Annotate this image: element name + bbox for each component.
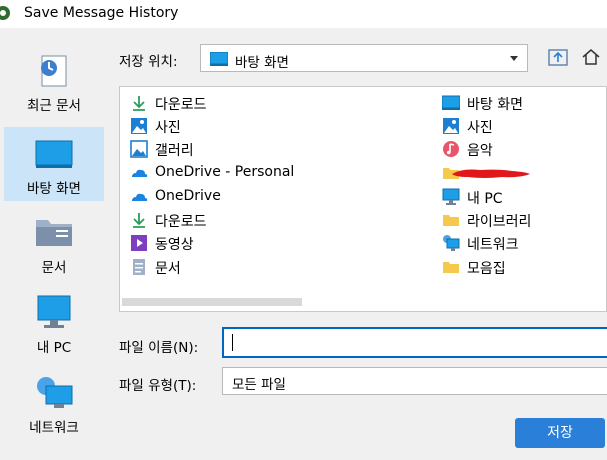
sidebar-item-recent[interactable]: 최근 문서 (4, 44, 104, 118)
folder-icon (443, 262, 459, 273)
network-icon (37, 377, 73, 408)
sidebar-item-label: 바탕 화면 (27, 181, 81, 197)
this-pc-icon (37, 295, 71, 328)
file-name: 갤러리 (155, 143, 194, 159)
file-name: OneDrive (155, 188, 221, 204)
file-list[interactable]: 다운로드 사진 갤러리 OneDrive - Personal OneDrive… (119, 86, 607, 312)
file-name: 모음집 (467, 261, 506, 277)
music-icon (443, 141, 459, 157)
file-name: 다운로드 (155, 214, 207, 230)
desktop-icon (35, 140, 73, 168)
file-name: 사진 (467, 120, 493, 136)
file-name: 사진 (155, 120, 181, 136)
recent-places-icon (41, 55, 67, 87)
filetype-value: 모든 파일 (232, 377, 286, 393)
videos-icon (131, 235, 147, 251)
onedrive-icon (132, 193, 148, 201)
file-name: 라이브러리 (467, 214, 532, 230)
sidebar-item-label: 내 PC (36, 340, 72, 356)
sidebar-item-label: 문서 (41, 260, 67, 276)
file-name: 네트워크 (467, 237, 519, 253)
title-bar: Save Message History (0, 0, 607, 28)
file-name: 문서 (155, 261, 181, 277)
home-icon[interactable] (580, 46, 602, 68)
network-icon (443, 235, 460, 251)
file-name: OneDrive - Personal (155, 164, 295, 180)
sidebar-item-label: 최근 문서 (27, 98, 81, 114)
save-button[interactable]: 저장 (515, 418, 605, 448)
save-location-combo[interactable]: 바탕 화면 (200, 44, 528, 72)
file-name: 다운로드 (155, 97, 207, 113)
pictures-icon (443, 118, 459, 134)
save-location-value: 바탕 화면 (235, 55, 289, 71)
this-pc-icon (442, 188, 460, 205)
up-folder-icon[interactable] (547, 46, 569, 68)
sidebar-item-network[interactable]: 네트워크 (4, 366, 104, 440)
app-gear-icon (0, 6, 10, 20)
chevron-down-icon (510, 56, 518, 61)
filetype-label: 파일 유형(T): (119, 378, 197, 394)
file-name: 바탕 화면 (467, 97, 523, 113)
sidebar-item-label: 네트워크 (29, 420, 79, 436)
save-location-label: 저장 위치: (119, 54, 178, 70)
filename-input[interactable] (222, 327, 607, 358)
file-name: 동영상 (155, 237, 194, 253)
desktop-icon (442, 95, 460, 110)
pictures-icon (131, 118, 147, 134)
list-item[interactable] (442, 162, 552, 184)
folder-icon (443, 215, 459, 226)
horizontal-scrollbar[interactable] (122, 298, 302, 306)
filetype-select[interactable]: 모든 파일 (222, 367, 607, 395)
sidebar-item-this-pc[interactable]: 내 PC (4, 286, 104, 360)
text-caret (232, 334, 233, 351)
downloads-icon (133, 96, 145, 111)
file-name: 음악 (467, 143, 493, 159)
document-icon (133, 259, 145, 275)
downloads-icon (133, 213, 145, 228)
sidebar-item-documents[interactable]: 문서 (4, 206, 104, 280)
window-title: Save Message History (24, 5, 179, 21)
onedrive-icon (132, 169, 148, 177)
file-name: 내 PC (467, 191, 503, 207)
documents-folder-icon (36, 220, 72, 246)
places-sidebar: 최근 문서 바탕 화면 문서 내 PC 네트워크 (0, 28, 112, 460)
gallery-icon (130, 140, 148, 158)
redaction-mark (452, 169, 530, 178)
filename-label: 파일 이름(N): (119, 340, 199, 356)
sidebar-item-desktop[interactable]: 바탕 화면 (4, 127, 104, 201)
desktop-icon (210, 52, 228, 66)
